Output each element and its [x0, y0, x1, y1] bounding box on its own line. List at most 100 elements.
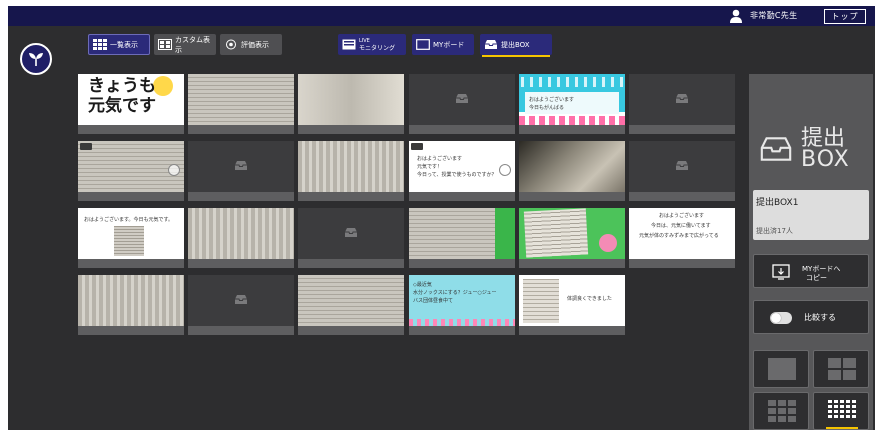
- card-text-line: 元気です！: [417, 164, 443, 170]
- nine-tile-icon: [768, 400, 796, 422]
- panel-header: 提出 BOX: [749, 74, 873, 190]
- submission-card[interactable]: 体調良くできました: [519, 275, 625, 335]
- card-thumbnail: [409, 74, 515, 125]
- pink-band: [519, 116, 625, 125]
- submission-card[interactable]: [409, 208, 515, 268]
- submission-card[interactable]: おはようございます 今日もがんばる: [519, 74, 625, 134]
- card-thumbnail: [298, 208, 404, 259]
- layout-1x1-button[interactable]: [753, 350, 809, 388]
- submission-card[interactable]: おはようございます 元気です！ 今日って、授業で使うものですか？: [409, 141, 515, 201]
- live-monitoring-button[interactable]: LIVE モニタリング: [338, 34, 406, 55]
- evaluation-view-button[interactable]: 評価表示: [220, 34, 282, 55]
- card-thumbnail: ◇最近気 水分ノックスにする？ジュー○ジュー バス団体昼食中て: [409, 275, 515, 326]
- submission-count: 提出済17人: [756, 227, 793, 235]
- live-label-bottom: モニタリング: [359, 44, 396, 52]
- card-text-line: ◇最近気: [413, 282, 432, 288]
- compare-label: 比較する: [804, 313, 836, 322]
- card-footer: [629, 259, 735, 268]
- submission-card[interactable]: [188, 275, 294, 335]
- submission-card[interactable]: [298, 208, 404, 268]
- card-thumbnail: [298, 141, 404, 192]
- card-text-line: おはようございます: [659, 213, 705, 219]
- submission-card[interactable]: [188, 74, 294, 134]
- active-layout-indicator: [826, 427, 858, 429]
- submission-box-card[interactable]: 提出BOX1 提出済17人: [753, 190, 869, 240]
- dense-grid-icon: [828, 400, 856, 418]
- submission-card[interactable]: [188, 141, 294, 201]
- card-footer: [188, 326, 294, 335]
- card-footer: [78, 326, 184, 335]
- submission-card[interactable]: [78, 275, 184, 335]
- card-thumbnail: [188, 74, 294, 125]
- play-icon[interactable]: [168, 164, 180, 176]
- list-view-button[interactable]: 一覧表示: [88, 34, 150, 55]
- play-icon[interactable]: [499, 164, 511, 176]
- card-text-line: 今日は、元気に働いてます: [651, 223, 711, 229]
- live-label-top: LIVE: [359, 37, 370, 44]
- card-thumbnail: 体調良くできました: [519, 275, 625, 326]
- submission-card[interactable]: ◇最近気 水分ノックスにする？ジュー○ジュー バス団体昼食中て: [409, 275, 515, 335]
- card-text-line: おはようございます。今日も元気です。: [84, 217, 174, 223]
- card-footer: [409, 192, 515, 201]
- custom-view-button[interactable]: カスタム表示: [154, 34, 216, 55]
- layout-2x2-button[interactable]: [813, 350, 869, 388]
- worksheet: [523, 208, 589, 258]
- handwritten-text: きょうも元気です: [88, 76, 156, 116]
- compare-toggle-button[interactable]: 比較する: [753, 300, 869, 334]
- app-frame: 非常勤C先生 トップ 一覧表示 カスタム表示 評価表示 LIVE モニタリング …: [8, 6, 875, 430]
- inbox-icon: [345, 228, 357, 237]
- card-footer: [298, 125, 404, 134]
- submission-card[interactable]: [519, 208, 625, 268]
- submission-card[interactable]: [298, 275, 404, 335]
- submission-card[interactable]: きょうも元気です: [78, 74, 184, 134]
- submission-card[interactable]: [629, 141, 735, 201]
- submission-card[interactable]: [409, 74, 515, 134]
- submission-box-label: 提出BOX: [501, 40, 530, 49]
- top-button[interactable]: トップ: [824, 9, 866, 24]
- card-thumbnail: [629, 74, 735, 125]
- submission-card[interactable]: [298, 74, 404, 134]
- attached-sheet: [523, 279, 559, 323]
- sprout-logo-icon[interactable]: [20, 43, 52, 75]
- card-text-line: 体調良くできました: [567, 296, 612, 302]
- video-badge-icon: [80, 143, 92, 150]
- card-footer: [519, 192, 625, 201]
- inbox-icon: [235, 295, 247, 304]
- card-thumbnail: [519, 141, 625, 192]
- card-thumbnail: [298, 275, 404, 326]
- card-thumbnail: [78, 275, 184, 326]
- card-footer: [188, 259, 294, 268]
- compare-toggle-switch[interactable]: [770, 312, 792, 324]
- card-footer: [78, 125, 184, 134]
- top-bar: 非常勤C先生 トップ: [8, 6, 875, 26]
- copy-to-myboard-button[interactable]: MYボードへ コピー: [753, 254, 869, 288]
- submission-card[interactable]: [188, 208, 294, 268]
- card-footer: [409, 125, 515, 134]
- inbox-icon: [676, 94, 688, 103]
- submission-card[interactable]: おはようございます。今日も元気です。: [78, 208, 184, 268]
- myboard-button[interactable]: MYボード: [412, 34, 474, 55]
- submission-card[interactable]: [629, 74, 735, 134]
- submission-box-panel: 提出 BOX 提出BOX1 提出済17人 MYボードへ コピー 比較する: [749, 74, 873, 430]
- single-tile-icon: [768, 358, 796, 380]
- pink-flower: [599, 234, 617, 252]
- inbox-icon: [676, 161, 688, 170]
- submission-card[interactable]: おはようございます 今日は、元気に働いてます 元気が体のすみずみまで広がってる: [629, 208, 735, 268]
- drop-pattern: [521, 77, 623, 87]
- card-text-line: 元気が体のすみずみまで広がってる: [639, 233, 719, 239]
- card-footer: [298, 192, 404, 201]
- card-footer: [409, 259, 515, 268]
- card-footer: [409, 326, 515, 335]
- toggle-knob: [771, 313, 781, 323]
- card-thumbnail: [629, 141, 735, 192]
- submission-card[interactable]: [78, 141, 184, 201]
- card-thumbnail: おはようございます 今日は、元気に働いてます 元気が体のすみずみまで広がってる: [629, 208, 735, 259]
- layout-3x3-button[interactable]: [753, 392, 809, 430]
- submission-card[interactable]: [519, 141, 625, 201]
- card-text-line: バス団体昼食中て: [413, 298, 454, 304]
- submission-card[interactable]: [298, 141, 404, 201]
- submission-box-button[interactable]: 提出BOX: [480, 34, 552, 55]
- panel-title-line2: BOX: [801, 147, 850, 172]
- user-icon: [730, 9, 742, 23]
- layout-dense-grid-button[interactable]: [813, 392, 869, 430]
